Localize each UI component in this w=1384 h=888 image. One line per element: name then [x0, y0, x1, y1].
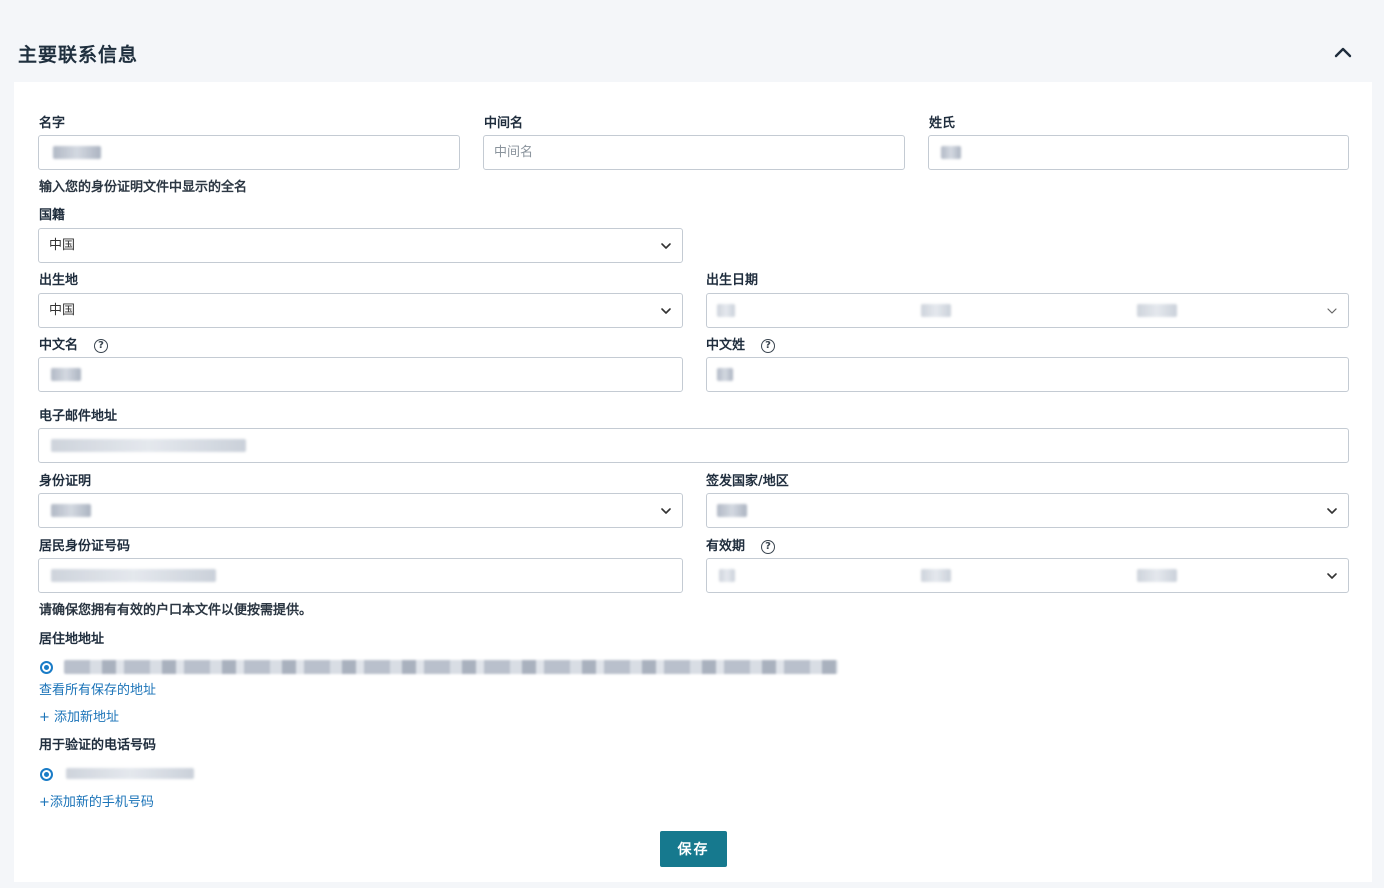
birthplace-label: 出生地 [39, 273, 79, 288]
phone-radio[interactable] [40, 768, 53, 781]
residence-label: 居住地地址 [39, 632, 105, 647]
birthplace-select[interactable]: 中国 [38, 293, 683, 328]
redacted-year [1137, 304, 1177, 317]
panel-header[interactable]: 主要联系信息 [0, 28, 1384, 78]
middle-name-label: 中间名 [484, 116, 524, 131]
redacted-value [51, 439, 246, 452]
hukou-hint: 请确保您拥有有效的户口本文件以便按需提供。 [39, 603, 313, 618]
nationality-value: 中国 [49, 238, 76, 253]
middle-name-input[interactable]: 中间名 [483, 135, 905, 170]
help-icon[interactable]: ? [761, 540, 775, 554]
chinese-surname-input[interactable] [706, 357, 1349, 392]
id-document-label: 身份证明 [39, 474, 92, 489]
help-icon[interactable]: ? [94, 339, 108, 353]
expiry-picker[interactable] [706, 558, 1349, 593]
redacted-year [1137, 569, 1177, 582]
redacted-value [53, 146, 101, 159]
issuing-country-select[interactable] [706, 493, 1349, 528]
full-name-hint: 输入您的身份证明文件中显示的全名 [39, 180, 248, 195]
last-name-label: 姓氏 [929, 116, 956, 131]
redacted-value [717, 368, 733, 381]
add-address-link[interactable]: + 添加新地址 [39, 710, 119, 726]
chevron-down-icon [661, 243, 671, 249]
email-input[interactable] [38, 428, 1349, 463]
chinese-given-name-input[interactable] [38, 357, 683, 392]
redacted-phone [66, 768, 194, 779]
id-number-input[interactable] [38, 558, 683, 593]
redacted-address [64, 660, 838, 674]
contact-form: 名字 中间名 中间名 姓氏 输入您的身份证明文件中显示的全名 国籍 中国 出生地… [14, 82, 1372, 882]
save-button[interactable]: 保存 [660, 831, 727, 867]
last-name-input[interactable] [928, 135, 1349, 170]
redacted-day [717, 304, 735, 317]
redacted-value [51, 504, 91, 517]
redacted-month [921, 569, 951, 582]
view-saved-addresses-link[interactable]: 查看所有保存的地址 [39, 683, 156, 699]
redacted-month [921, 304, 951, 317]
chevron-down-icon [1327, 573, 1337, 579]
phone-label: 用于验证的电话号码 [39, 738, 157, 753]
chevron-down-icon [661, 508, 671, 514]
add-phone-link[interactable]: +添加新的手机号码 [39, 795, 154, 811]
birthplace-value: 中国 [49, 303, 76, 318]
birthdate-label: 出生日期 [706, 273, 759, 288]
id-document-select[interactable] [38, 493, 683, 528]
redacted-value [941, 146, 961, 159]
chinese-surname-label: 中文姓 [706, 338, 746, 353]
issuing-country-label: 签发国家/地区 [706, 474, 789, 489]
panel-title: 主要联系信息 [18, 44, 139, 66]
address-radio[interactable] [40, 661, 53, 674]
chevron-down-icon [1327, 308, 1337, 314]
chevron-down-icon [661, 308, 671, 314]
email-label: 电子邮件地址 [39, 409, 118, 424]
expiry-label: 有效期 [706, 539, 746, 554]
redacted-value [717, 504, 747, 517]
redacted-value [51, 569, 216, 582]
redacted-day [719, 569, 735, 582]
id-number-label: 居民身份证号码 [39, 539, 131, 554]
chinese-given-name-label: 中文名 [39, 338, 79, 353]
first-name-label: 名字 [39, 116, 66, 131]
nationality-label: 国籍 [39, 208, 66, 223]
nationality-select[interactable]: 中国 [38, 228, 683, 263]
redacted-value [51, 368, 81, 381]
first-name-input[interactable] [38, 135, 460, 170]
chevron-down-icon [1327, 508, 1337, 514]
contact-info-panel: 主要联系信息 名字 中间名 中间名 姓氏 输入您的身份证明文件中显示的全名 国籍… [0, 0, 1384, 888]
birthdate-picker[interactable] [706, 293, 1349, 328]
help-icon[interactable]: ? [761, 339, 775, 353]
chevron-up-icon[interactable] [1330, 40, 1356, 66]
